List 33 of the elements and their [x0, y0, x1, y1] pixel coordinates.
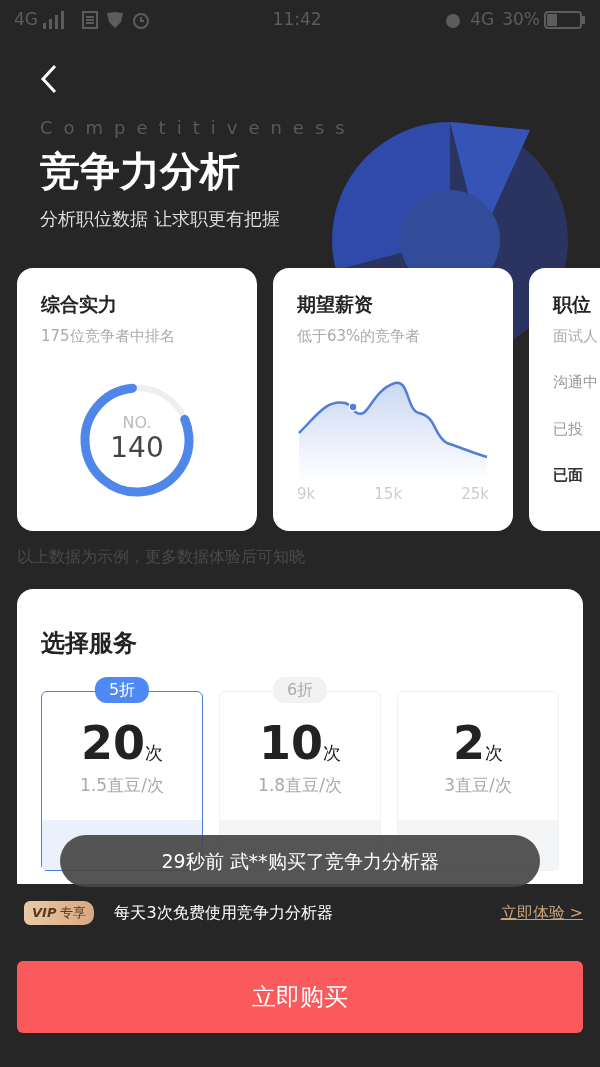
- signal-icon: [42, 11, 66, 29]
- back-icon[interactable]: [40, 64, 58, 94]
- plan-count: 2 次: [452, 718, 504, 769]
- card-title: 职位: [553, 292, 592, 317]
- unit-price: 1.5直豆/次: [79, 773, 165, 797]
- status-label: 沟通中: [553, 372, 599, 393]
- try-now-link[interactable]: 立即体验 >: [500, 901, 583, 925]
- document-icon: [82, 11, 98, 29]
- card-subtitle: 低于63%的竞争者: [297, 325, 422, 347]
- card-title: 综合实力: [41, 292, 118, 317]
- page-title: 竞争力分析: [40, 147, 241, 195]
- rank-number: 140: [110, 431, 164, 465]
- vip-badge: VIP 专享: [24, 901, 95, 925]
- rank-prefix: NO.: [122, 415, 152, 432]
- section-title: 选择服务: [41, 628, 138, 659]
- purchase-toast: 29秒前 武**购买了竞争力分析器: [60, 835, 540, 887]
- card-title: 期望薪资: [297, 292, 374, 317]
- plan-count: 10次: [258, 718, 342, 769]
- status-label: 已投: [553, 418, 584, 440]
- stat-card[interactable]: 综合实力 175位竞争者中排名 NO. 140: [17, 268, 257, 531]
- unit-price: 1.8直豆/次: [257, 773, 343, 797]
- page-subtitle: 分析职位数据 让求职更有把握: [40, 207, 281, 231]
- card-subtitle: 面试人: [553, 325, 599, 347]
- unit-price: 3直豆/次: [443, 773, 513, 797]
- stat-card[interactable]: 职位 面试人 沟通中 已投 已面: [529, 268, 600, 531]
- card-subtitle: 175位竞争者中排名: [41, 325, 176, 347]
- discount-tag: 6折: [272, 677, 328, 703]
- discount-tag: 5折: [94, 677, 150, 703]
- vip-text: 每天3次免费使用竞争力分析器: [114, 902, 333, 924]
- plan-count: 20次: [80, 718, 164, 769]
- status-label: 已面: [553, 465, 584, 486]
- shield-icon: [106, 11, 124, 29]
- battery-icon: [544, 11, 586, 29]
